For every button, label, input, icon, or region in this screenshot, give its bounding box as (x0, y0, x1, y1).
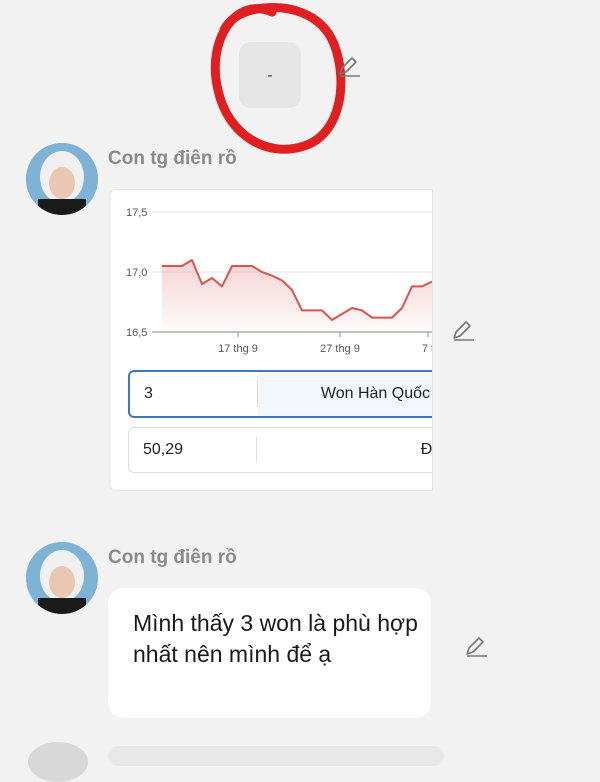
x-tick-label: 17 thg 9 (218, 343, 258, 355)
currency-converter-card[interactable]: 17,5 17,0 16,5 17 thg 9 27 thg 9 7 t 3 Won Hà… (110, 190, 432, 490)
series-area (162, 260, 432, 332)
to-currency-row[interactable]: 50,29 Đồng (128, 427, 432, 473)
avatar[interactable] (28, 742, 88, 782)
x-tick-label: 7 t (422, 343, 432, 355)
edit-icon[interactable] (463, 634, 489, 658)
avatar[interactable] (26, 143, 98, 215)
message-bubble[interactable] (108, 746, 444, 766)
y-tick-label: 17,5 (126, 207, 147, 219)
from-amount-field[interactable]: 3 (144, 372, 153, 416)
to-currency-select[interactable]: Đồng (257, 428, 432, 472)
minus-message-bubble[interactable]: - (239, 42, 301, 108)
from-currency-select[interactable]: Won Hàn Quốc (258, 372, 432, 416)
minus-message-text: - (267, 66, 273, 84)
x-tick-label: 27 thg 9 (320, 343, 360, 355)
avatar[interactable] (26, 542, 98, 614)
message-text: Mình thấy 3 won là phù hợp nhất nên mình… (133, 610, 418, 667)
to-amount-field[interactable]: 50,29 (143, 428, 183, 472)
y-tick-label: 17,0 (126, 267, 147, 279)
y-tick-label: 16,5 (126, 327, 147, 339)
from-currency-row[interactable]: 3 Won Hàn Quốc (128, 370, 432, 418)
message-bubble[interactable]: Mình thấy 3 won là phù hợp nhất nên mình… (108, 588, 431, 718)
exchange-rate-chart: 17,5 17,0 16,5 17 thg 9 27 thg 9 7 t (126, 207, 432, 355)
sender-name: Con tg điên rồ (108, 148, 237, 169)
edit-icon[interactable] (336, 54, 362, 78)
edit-icon[interactable] (450, 318, 476, 342)
sender-name: Con tg điên rồ (108, 547, 237, 568)
